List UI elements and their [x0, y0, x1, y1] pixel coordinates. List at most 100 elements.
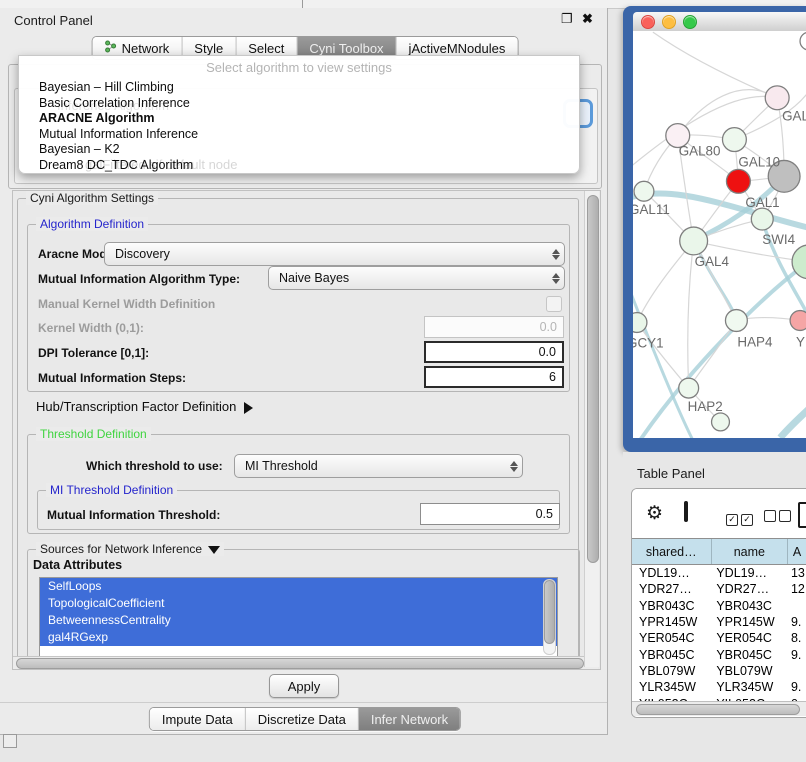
- column-header-shared[interactable]: shared…: [632, 539, 712, 564]
- table-window: ⚙ ✓✓ shared…nameA YDL19…YDL19…13YDR27…YD…: [631, 488, 806, 718]
- mi-steps-label: Mutual Information Steps:: [38, 371, 186, 385]
- minimize-traffic-light-icon[interactable]: [662, 15, 676, 29]
- cell[interactable]: 8.: [784, 631, 806, 645]
- close-traffic-light-icon[interactable]: [641, 15, 655, 29]
- network-node-gal4[interactable]: [680, 227, 708, 255]
- cell[interactable]: YBR043C: [709, 599, 784, 613]
- settings-hscroll-track[interactable]: [13, 656, 598, 669]
- mi-threshold-field[interactable]: 0.5: [420, 503, 560, 525]
- network-node-gcy1[interactable]: [633, 313, 647, 333]
- bottom-tab-infer-network[interactable]: Infer Network: [359, 708, 460, 730]
- cell[interactable]: YLR345W: [709, 680, 784, 694]
- cell[interactable]: YLR345W: [632, 680, 709, 694]
- network-node-label: GAL10: [738, 154, 780, 169]
- algorithm-option-aracne-algorithm[interactable]: ARACNE Algorithm: [19, 111, 579, 127]
- attribute-item-gal4rgexp[interactable]: gal4RGexp: [40, 629, 557, 646]
- dpi-tolerance-label: DPI Tolerance [0,1]:: [38, 346, 149, 360]
- network-node-y[interactable]: [790, 311, 806, 331]
- kernel-width-field[interactable]: 0.0: [424, 316, 564, 338]
- cell[interactable]: YBL079W: [632, 664, 709, 678]
- table-row[interactable]: YPR145WYPR145W9.: [632, 614, 806, 630]
- column-header-a[interactable]: A: [788, 539, 806, 564]
- network-canvas[interactable]: GALGAL80GAL10GAL1GAL11SWI4GAL4GCY1HAP4YH…: [633, 31, 806, 438]
- algorithm-option-mutual-information-inference[interactable]: Mutual Information Inference: [19, 127, 579, 143]
- table-row[interactable]: YLR345WYLR345W9.: [632, 679, 806, 695]
- aracne-mode-combo[interactable]: Discovery: [104, 242, 565, 266]
- network-node-label: GAL1: [745, 195, 779, 210]
- detached-panel-icon[interactable]: [3, 734, 17, 748]
- table-hscroll-thumb[interactable]: [636, 704, 800, 715]
- float-panel-icon[interactable]: ❐: [561, 12, 573, 25]
- attribute-item-betweennesscentrality[interactable]: BetweennessCentrality: [40, 612, 557, 629]
- mi-type-combo[interactable]: Naive Bayes: [268, 266, 565, 290]
- which-threshold-combo[interactable]: MI Threshold: [234, 454, 523, 478]
- cell[interactable]: 9.: [784, 648, 806, 662]
- cell[interactable]: YER054C: [632, 631, 709, 645]
- cell[interactable]: 13: [784, 566, 806, 580]
- settings-hscroll-thumb[interactable]: [16, 658, 584, 669]
- table-toolbar: ⚙ ✓✓: [632, 489, 806, 538]
- table-row[interactable]: YBR043CYBR043C: [632, 598, 806, 614]
- mi-steps-field[interactable]: 6: [424, 366, 564, 388]
- cell[interactable]: 9.: [784, 680, 806, 694]
- manual-kernel-checkbox[interactable]: [546, 296, 562, 312]
- zoom-traffic-light-icon[interactable]: [683, 15, 697, 29]
- close-panel-icon[interactable]: ✖: [582, 12, 593, 25]
- network-node-hap2[interactable]: [679, 378, 699, 398]
- list-scrollbar-thumb[interactable]: [544, 580, 555, 644]
- column-header-name[interactable]: name: [712, 539, 789, 564]
- algorithm-option-basic-correlation-inference[interactable]: Basic Correlation Inference: [19, 96, 579, 112]
- table-row[interactable]: YDL19…YDL19…13: [632, 565, 806, 581]
- attribute-item-topologicalcoefficient[interactable]: TopologicalCoefficient: [40, 595, 557, 612]
- cell[interactable]: YPR145W: [709, 615, 784, 629]
- cell[interactable]: YBL079W: [709, 664, 784, 678]
- select-all-checkboxes-icon[interactable]: ✓✓: [726, 509, 756, 527]
- cell[interactable]: YDR27…: [709, 582, 784, 596]
- table-row[interactable]: YBR045CYBR045C9.: [632, 646, 806, 662]
- network-node[interactable]: [712, 413, 730, 431]
- cell[interactable]: 9.: [784, 615, 806, 629]
- deselect-all-checkboxes-icon[interactable]: [764, 509, 794, 527]
- network-node-gal11[interactable]: [634, 181, 654, 201]
- settings-vscroll-track[interactable]: [584, 191, 599, 667]
- cell[interactable]: YBR045C: [632, 648, 709, 662]
- network-node[interactable]: [800, 32, 806, 50]
- cell[interactable]: YDL19…: [632, 566, 709, 580]
- combo-arrows-icon: [548, 273, 564, 284]
- apply-button[interactable]: Apply: [269, 674, 339, 698]
- bottom-tab-impute-data[interactable]: Impute Data: [150, 708, 246, 730]
- bottom-tab-discretize-data[interactable]: Discretize Data: [246, 708, 359, 730]
- list-scrollbar[interactable]: [543, 579, 556, 655]
- hub-definition-toggle[interactable]: Hub/Transcription Factor Definition: [36, 399, 253, 414]
- cell[interactable]: YER054C: [709, 631, 784, 645]
- divider-handle[interactable]: [302, 0, 303, 8]
- cell[interactable]: YBR045C: [709, 648, 784, 662]
- dpi-tolerance-field[interactable]: 0.0: [424, 341, 564, 363]
- cell[interactable]: YPR145W: [632, 615, 709, 629]
- table-hscroll-track[interactable]: [632, 701, 806, 716]
- manual-kernel-label: Manual Kernel Width Definition: [38, 297, 215, 311]
- table-row[interactable]: YDR27…YDR27…12: [632, 581, 806, 597]
- table-row[interactable]: YER054CYER054C8.: [632, 630, 806, 646]
- cell[interactable]: YDR27…: [632, 582, 709, 596]
- network-node-gal10[interactable]: [722, 128, 746, 152]
- network-node-gal1[interactable]: [726, 169, 750, 193]
- cell[interactable]: YBR043C: [632, 599, 709, 613]
- algorithm-option-bayesian-hill-climbing[interactable]: Bayesian – Hill Climbing: [19, 80, 579, 96]
- network-node-swi4[interactable]: [751, 208, 773, 230]
- network-node-gal[interactable]: [765, 86, 789, 110]
- gear-icon[interactable]: ⚙: [646, 504, 663, 523]
- network-node-hap4[interactable]: [725, 310, 747, 332]
- bottom-tabs: Impute DataDiscretize DataInfer Network: [149, 707, 461, 731]
- columns-icon[interactable]: [684, 501, 688, 522]
- cell[interactable]: 12: [784, 582, 806, 596]
- attribute-item-selfloops[interactable]: SelfLoops: [40, 578, 557, 595]
- network-window-titlebar[interactable]: [633, 12, 806, 32]
- table-row[interactable]: YBL079WYBL079W: [632, 663, 806, 679]
- new-table-icon[interactable]: [798, 502, 806, 528]
- settings-vscroll-thumb[interactable]: [587, 195, 599, 563]
- algorithm-option-dream8-dc-tdc-algorithm[interactable]: Dream8 DC_TDC Algorithm: [19, 158, 579, 174]
- algorithm-option-bayesian-k2[interactable]: Bayesian – K2: [19, 142, 579, 158]
- cell[interactable]: YDL19…: [709, 566, 784, 580]
- table-panel-title: Table Panel: [637, 466, 705, 481]
